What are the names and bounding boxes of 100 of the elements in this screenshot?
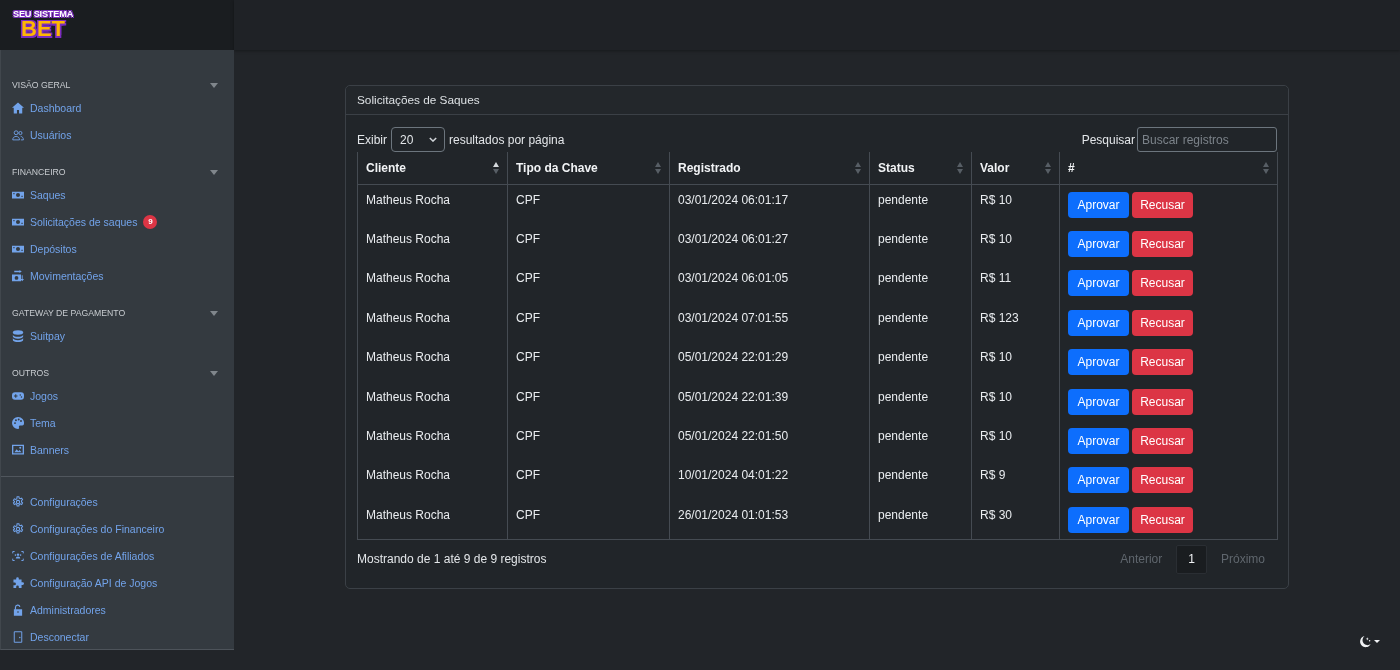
door-icon: [12, 630, 24, 643]
moon-stars-icon: [1358, 635, 1371, 648]
reject-button[interactable]: Recusar: [1132, 270, 1193, 297]
reject-button[interactable]: Recusar: [1132, 467, 1193, 494]
settings-icon: [12, 522, 24, 535]
table-cell: CPF: [507, 342, 670, 382]
nav-item[interactable]: Configurações de Afiliados: [12, 548, 155, 563]
table-cell: R$ 10: [971, 342, 1060, 382]
reject-button[interactable]: Recusar: [1132, 388, 1193, 415]
nav-item[interactable]: Depósitos: [12, 241, 77, 256]
table-cell: R$ 10: [971, 224, 1060, 264]
coins-icon: [12, 329, 24, 342]
reject-button[interactable]: Recusar: [1132, 309, 1193, 336]
table-cell: Matheus Rocha: [357, 184, 508, 224]
reject-button[interactable]: Recusar: [1132, 231, 1193, 257]
table-cell: pendente: [869, 420, 972, 461]
section-toggle[interactable]: GATEWAY DE PAGAMENTO: [1, 304, 234, 322]
reject-button[interactable]: Recusar: [1132, 427, 1193, 454]
table-cell: Matheus Rocha: [357, 263, 508, 303]
users-frame-icon: [12, 549, 24, 562]
table-cell: R$ 123: [971, 302, 1060, 343]
column-header[interactable]: #: [1059, 152, 1278, 185]
approve-button[interactable]: Aprovar: [1068, 388, 1129, 415]
table-cell: 03/01/2024 07:01:55: [669, 302, 870, 343]
table-cell: pendente: [869, 302, 972, 343]
table-cell: CPF: [507, 420, 670, 461]
caret-icon: [1374, 640, 1380, 643]
money-bill-icon: [12, 244, 24, 253]
table-cell: 03/01/2024 06:01:27: [669, 224, 870, 264]
approve-button[interactable]: Aprovar: [1068, 427, 1129, 454]
table-cell: R$ 11: [971, 263, 1060, 303]
column-header[interactable]: Cliente: [357, 152, 508, 185]
nav-item[interactable]: Saques: [12, 187, 66, 202]
column-header[interactable]: Tipo da Chave: [507, 152, 670, 185]
reject-button[interactable]: Recusar: [1132, 506, 1193, 533]
page-size-label: Exibir: [357, 132, 387, 147]
nav-item[interactable]: Configurações do Financeiro: [12, 521, 165, 536]
nav-item[interactable]: Usuários: [12, 127, 72, 142]
table-cell: Matheus Rocha: [357, 342, 508, 382]
nav-item[interactable]: Dashboard: [12, 100, 82, 115]
table-cell: CPF: [507, 499, 670, 540]
table-cell: 05/01/2024 22:01:39: [669, 381, 870, 421]
table-cell: Matheus Rocha: [357, 460, 508, 500]
section-toggle[interactable]: FINANCEIRO: [1, 163, 234, 181]
column-header[interactable]: Status: [869, 152, 972, 185]
theme-toggle-button[interactable]: [1358, 635, 1380, 648]
table-cell: Matheus Rocha: [357, 499, 508, 540]
approve-button[interactable]: Aprovar: [1068, 506, 1129, 533]
money-bill-icon: [12, 190, 24, 199]
search-field[interactable]: Buscar registros: [1137, 127, 1277, 152]
table-cell: Matheus Rocha: [357, 302, 508, 343]
table-cell: Matheus Rocha: [357, 381, 508, 421]
chevron-down-icon: [429, 137, 437, 142]
nav-item[interactable]: Configuração API de Jogos: [12, 575, 158, 590]
nav-item[interactable]: Administradores: [12, 602, 106, 617]
section-toggle[interactable]: VISÃO GERAL: [1, 76, 234, 94]
nav-item[interactable]: Tema: [12, 415, 56, 430]
table-cell: 03/01/2024 06:01:05: [669, 263, 870, 303]
table-cell: pendente: [869, 381, 972, 421]
column-header[interactable]: Valor: [971, 152, 1060, 185]
page-size-suffix: resultados por página: [449, 132, 565, 147]
page-size-select[interactable]: 20: [391, 127, 445, 152]
page-link[interactable]: 1: [1176, 544, 1207, 574]
table-cell: 03/01/2024 06:01:17: [669, 184, 870, 224]
card-title: Solicitações de Saques: [357, 93, 480, 107]
reject-button[interactable]: Recusar: [1132, 349, 1193, 376]
lock-icon: [12, 603, 24, 616]
nav-item[interactable]: Solicitações de saques: [12, 214, 138, 229]
section-toggle[interactable]: OUTROS: [1, 364, 234, 382]
approve-button[interactable]: Aprovar: [1068, 467, 1129, 494]
table-cell: CPF: [507, 184, 670, 224]
approve-button[interactable]: Aprovar: [1068, 309, 1129, 336]
approve-button[interactable]: Aprovar: [1068, 349, 1129, 376]
nav-item[interactable]: Movimentações: [12, 268, 104, 283]
table-cell: R$ 10: [971, 381, 1060, 421]
puzzle-icon: [12, 576, 24, 589]
table-cell: CPF: [507, 381, 670, 421]
users-icon: [12, 128, 24, 141]
table-cell: R$ 30: [971, 499, 1060, 540]
table-cell: Matheus Rocha: [357, 224, 508, 264]
table-cell: Matheus Rocha: [357, 420, 508, 461]
approve-button[interactable]: Aprovar: [1068, 231, 1129, 257]
table-cell: CPF: [507, 224, 670, 264]
gamepad-icon: [12, 391, 24, 400]
nav-item[interactable]: Jogos: [12, 388, 59, 403]
table-cell: pendente: [869, 263, 972, 303]
nav-item[interactable]: Banners: [12, 442, 70, 457]
money-arrows-icon: [12, 269, 24, 282]
palette-icon: [12, 416, 24, 429]
approve-button[interactable]: Aprovar: [1068, 192, 1129, 218]
nav-item[interactable]: Suitpay: [12, 328, 66, 343]
settings-icon: [12, 495, 24, 508]
count-badge: 9: [143, 214, 158, 229]
results-info: Mostrando de 1 até 9 de 9 registros: [357, 552, 547, 567]
nav-item[interactable]: Desconectar: [12, 629, 89, 644]
reject-button[interactable]: Recusar: [1132, 192, 1193, 218]
table-cell: pendente: [869, 224, 972, 264]
nav-item[interactable]: Configurações: [12, 494, 98, 509]
column-header[interactable]: Registrado: [669, 152, 870, 185]
approve-button[interactable]: Aprovar: [1068, 270, 1129, 297]
